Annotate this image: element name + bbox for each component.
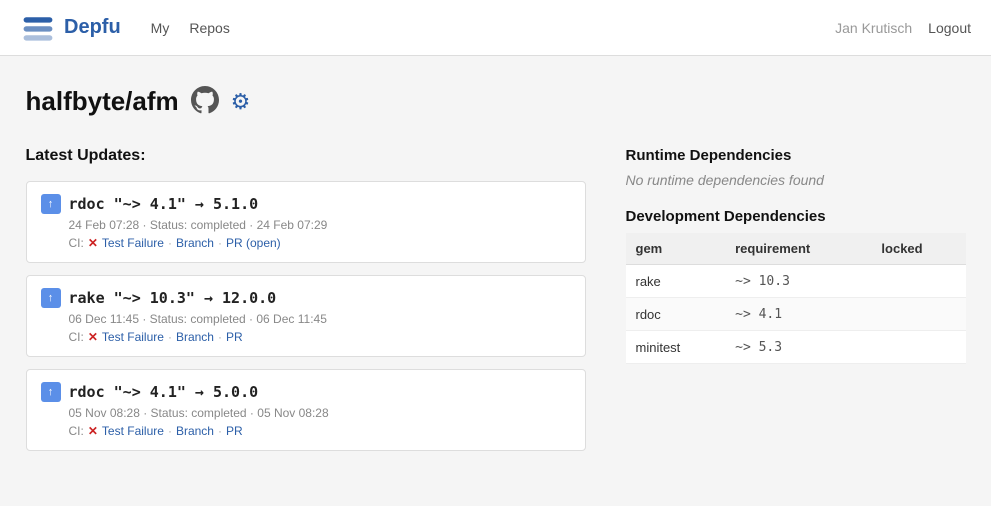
ci-label: CI: [69, 236, 84, 250]
dep-locked [871, 265, 965, 298]
col-requirement: requirement [725, 233, 871, 265]
nav-link-repos[interactable]: Repos [189, 20, 229, 36]
dep-gem: rake [626, 265, 726, 298]
update-ci: CI: ✕ Test Failure · Branch · PR [69, 330, 571, 344]
logo-text: Depfu [64, 16, 121, 39]
arrow-icon: ↑ [41, 288, 61, 308]
sep: · [218, 236, 222, 250]
dep-row-1: rake ~> 10.3 [626, 265, 966, 298]
dep-req: ~> 4.1 [725, 298, 871, 331]
arrow-icon: ↑ [41, 382, 61, 402]
latest-updates-title: Latest Updates: [26, 147, 586, 165]
navbar: Depfu My Repos Jan Krutisch Logout [0, 0, 991, 56]
dep-locked [871, 298, 965, 331]
update-meta: 05 Nov 08:28 · Status: completed · 05 No… [69, 406, 571, 420]
dep-gem: rdoc [626, 298, 726, 331]
logo-icon [20, 10, 56, 46]
col-locked: locked [871, 233, 965, 265]
update-ci: CI: ✕ Test Failure · Branch · PR (open) [69, 236, 571, 250]
left-panel: Latest Updates: ↑ rdoc "~> 4.1" → 5.1.0 … [26, 147, 586, 463]
pr-link[interactable]: PR (open) [226, 236, 281, 250]
branch-link[interactable]: Branch [176, 236, 214, 250]
dep-req: ~> 5.3 [725, 331, 871, 364]
ci-x-icon: ✕ [88, 236, 98, 250]
logout-link[interactable]: Logout [928, 20, 971, 36]
branch-link[interactable]: Branch [176, 424, 214, 438]
navbar-right: Jan Krutisch Logout [835, 20, 971, 36]
no-runtime-deps: No runtime dependencies found [626, 172, 966, 188]
dev-deps-table: gem requirement locked rake ~> 10.3 rdoc… [626, 233, 966, 364]
update-item-1: ↑ rdoc "~> 4.1" → 5.1.0 24 Feb 07:28 · S… [26, 181, 586, 263]
update-meta: 24 Feb 07:28 · Status: completed · 24 Fe… [69, 218, 571, 232]
right-panel: Runtime Dependencies No runtime dependen… [626, 147, 966, 463]
updates-container: ↑ rdoc "~> 4.1" → 5.1.0 24 Feb 07:28 · S… [26, 181, 586, 451]
update-title: rdoc "~> 4.1" → 5.1.0 [69, 195, 259, 213]
content-grid: Latest Updates: ↑ rdoc "~> 4.1" → 5.1.0 … [26, 147, 966, 463]
update-item-3: ↑ rdoc "~> 4.1" → 5.0.0 05 Nov 08:28 · S… [26, 369, 586, 451]
update-ci: CI: ✕ Test Failure · Branch · PR [69, 424, 571, 438]
github-link[interactable] [191, 86, 219, 117]
branch-link[interactable]: Branch [176, 330, 214, 344]
sep: · [218, 330, 222, 344]
ci-fail-link[interactable]: Test Failure [102, 330, 164, 344]
settings-icon[interactable]: ⚙ [231, 89, 251, 115]
col-gem: gem [626, 233, 726, 265]
main-container: halfbyte/afm ⚙ Latest Updates: ↑ rdoc "~… [6, 56, 986, 493]
runtime-deps-title: Runtime Dependencies [626, 147, 966, 164]
update-header: ↑ rake "~> 10.3" → 12.0.0 [41, 288, 571, 308]
nav-links: My Repos [151, 20, 230, 36]
page-header: halfbyte/afm ⚙ [26, 86, 966, 117]
ci-fail-link[interactable]: Test Failure [102, 424, 164, 438]
update-title: rdoc "~> 4.1" → 5.0.0 [69, 383, 259, 401]
update-title: rake "~> 10.3" → 12.0.0 [69, 289, 277, 307]
github-icon [191, 86, 219, 114]
ci-fail-link[interactable]: Test Failure [102, 236, 164, 250]
ci-x-icon: ✕ [88, 424, 98, 438]
update-item-2: ↑ rake "~> 10.3" → 12.0.0 06 Dec 11:45 ·… [26, 275, 586, 357]
dep-locked [871, 331, 965, 364]
deps-table-body: rake ~> 10.3 rdoc ~> 4.1 minitest ~> 5.3 [626, 265, 966, 364]
page-title: halfbyte/afm [26, 86, 179, 117]
dep-req: ~> 10.3 [725, 265, 871, 298]
user-name: Jan Krutisch [835, 20, 912, 36]
ci-x-icon: ✕ [88, 330, 98, 344]
sep1: · [168, 330, 172, 344]
logo[interactable]: Depfu [20, 10, 121, 46]
pr-link[interactable]: PR [226, 330, 243, 344]
sep1: · [168, 236, 172, 250]
dep-row-2: rdoc ~> 4.1 [626, 298, 966, 331]
ci-label: CI: [69, 330, 84, 344]
sep1: · [168, 424, 172, 438]
update-meta: 06 Dec 11:45 · Status: completed · 06 De… [69, 312, 571, 326]
update-header: ↑ rdoc "~> 4.1" → 5.0.0 [41, 382, 571, 402]
nav-link-my[interactable]: My [151, 20, 170, 36]
arrow-icon: ↑ [41, 194, 61, 214]
dev-deps-title: Development Dependencies [626, 208, 966, 225]
update-header: ↑ rdoc "~> 4.1" → 5.1.0 [41, 194, 571, 214]
sep: · [218, 424, 222, 438]
pr-link[interactable]: PR [226, 424, 243, 438]
ci-label: CI: [69, 424, 84, 438]
dep-row-3: minitest ~> 5.3 [626, 331, 966, 364]
dep-gem: minitest [626, 331, 726, 364]
